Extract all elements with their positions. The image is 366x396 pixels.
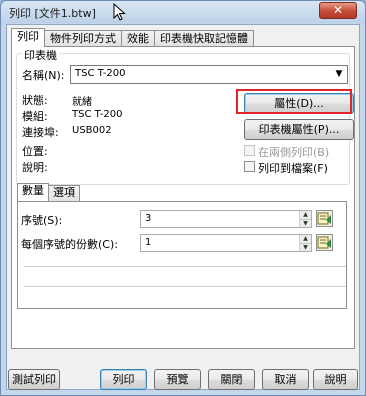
serial-label: 序號(S): xyxy=(21,214,63,227)
print-dialog: 列印 [文件1.btw] ✕ 列印 物件列印方式 效能 印表機快取記憶體 印表機… xyxy=(0,0,366,396)
quantity-tabs: 數量 選項 xyxy=(17,183,80,202)
copies-down-icon[interactable]: ▼ xyxy=(300,243,311,251)
window-close-button[interactable]: ✕ xyxy=(319,2,357,19)
copies-label: 每個序號的份數(C): xyxy=(21,238,118,251)
print-button[interactable]: 列印 xyxy=(100,369,147,390)
window-title: 列印 [文件1.btw] xyxy=(9,7,96,20)
serial-spinner: ▲ ▼ xyxy=(299,211,311,227)
copies-stepper[interactable]: 1 ▲ ▼ xyxy=(140,234,312,252)
port-value: USB002 xyxy=(72,125,112,136)
printer-properties-button[interactable]: 印表機屬性(P)... xyxy=(244,119,354,140)
copies-up-icon[interactable]: ▲ xyxy=(300,235,311,243)
data-source-icon xyxy=(317,236,331,249)
location-label: 位置: xyxy=(22,145,48,158)
properties-button[interactable]: 屬性(D)... xyxy=(244,93,354,114)
status-label: 狀態: xyxy=(22,94,48,107)
copies-spinner: ▲ ▼ xyxy=(299,235,311,251)
quantity-panel: 序號(S): 3 ▲ ▼ 每個序號的份數(C): 1 ▲ ▼ xyxy=(17,201,347,309)
tab-print[interactable]: 列印 xyxy=(11,28,45,47)
serial-stepper[interactable]: 3 ▲ ▼ xyxy=(140,210,312,228)
printer-name-label: 名稱(N): xyxy=(22,69,65,82)
main-tabs: 列印 物件列印方式 效能 印表機快取記憶體 xyxy=(11,28,254,47)
help-button[interactable]: 說明 xyxy=(313,369,358,390)
tab-quantity[interactable]: 數量 xyxy=(17,183,49,201)
mouse-cursor-icon xyxy=(113,3,126,21)
port-label: 連接埠: xyxy=(22,126,59,139)
tab-options[interactable]: 選項 xyxy=(48,185,80,201)
preview-button[interactable]: 預覽 xyxy=(154,369,201,390)
serial-down-icon[interactable]: ▼ xyxy=(300,219,311,227)
print-to-file-label: 列印到檔案(F) xyxy=(258,162,328,175)
divider xyxy=(24,286,346,287)
duplex-checkbox[interactable] xyxy=(244,145,255,156)
printer-group-legend: 印表機 xyxy=(22,47,59,63)
comment-label: 說明: xyxy=(22,161,48,174)
test-print-button[interactable]: 測試列印 xyxy=(8,369,60,390)
data-source-icon xyxy=(317,212,331,225)
serial-up-icon[interactable]: ▲ xyxy=(300,211,311,219)
printer-name-value: TSC T-200 xyxy=(75,68,126,79)
copies-data-source-button[interactable] xyxy=(316,234,333,251)
printer-name-select[interactable]: TSC T-200 ▼ xyxy=(70,65,348,84)
tab-object-print-mode[interactable]: 物件列印方式 xyxy=(44,30,122,47)
divider xyxy=(24,266,346,267)
dialog-client-area: 列印 物件列印方式 效能 印表機快取記憶體 印表機 名稱(N): TSC T-2… xyxy=(6,24,360,390)
tab-printer-cache[interactable]: 印表機快取記憶體 xyxy=(154,30,254,47)
serial-data-source-button[interactable] xyxy=(316,210,333,227)
status-value: 就緒 xyxy=(72,97,92,108)
chevron-down-icon: ▼ xyxy=(335,69,343,79)
title-bar[interactable]: 列印 [文件1.btw] ✕ xyxy=(1,1,365,23)
model-value: TSC T-200 xyxy=(72,109,123,120)
copies-value: 1 xyxy=(145,237,152,248)
duplex-label: 在兩側列印(B) xyxy=(258,146,330,159)
close-button[interactable]: 關閉 xyxy=(208,369,255,390)
cancel-button[interactable]: 取消 xyxy=(262,369,309,390)
tab-performance[interactable]: 效能 xyxy=(121,30,155,47)
model-label: 模組: xyxy=(22,110,48,123)
print-to-file-checkbox[interactable] xyxy=(244,161,255,172)
serial-value: 3 xyxy=(145,213,152,224)
